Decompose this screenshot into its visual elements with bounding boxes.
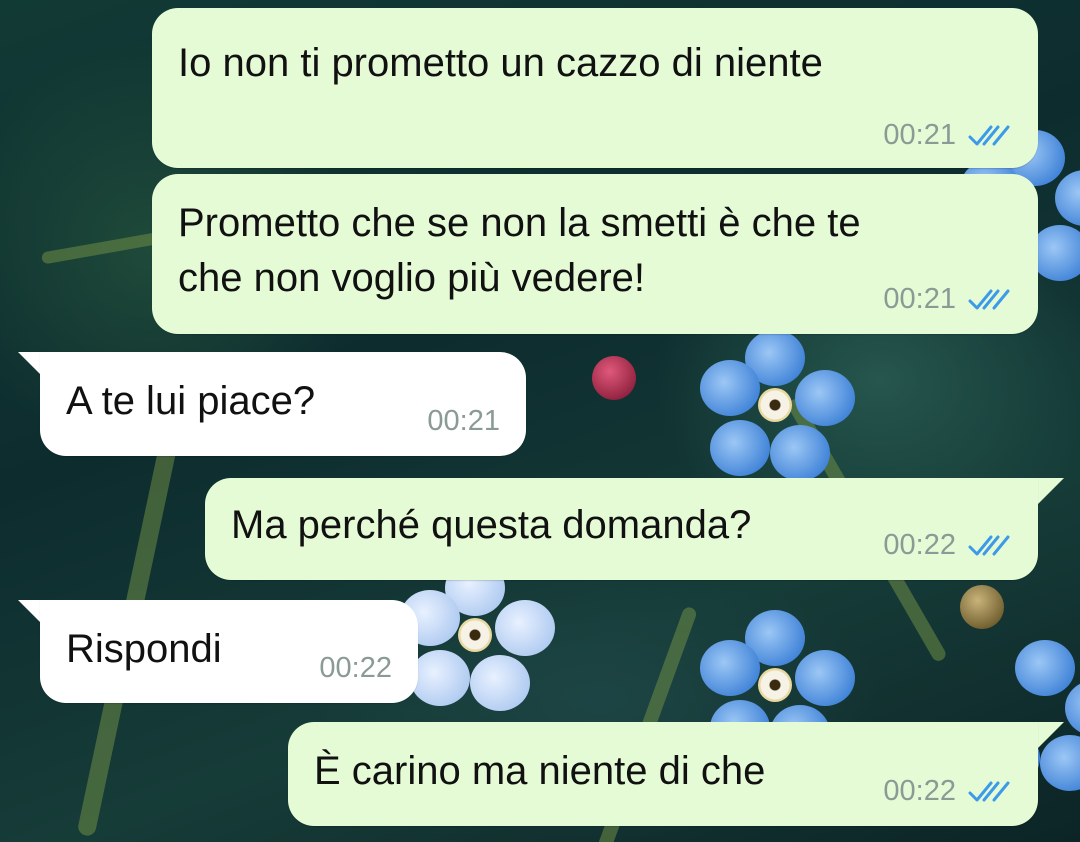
message-time: 00:22 [883,529,956,561]
message-time: 00:22 [319,652,392,684]
chat-conversation: Io non ti prometto un cazzo di niente 00… [0,0,1080,842]
message-meta: 00:22 [883,529,1012,562]
message-time: 00:22 [883,775,956,807]
outgoing-message[interactable]: Io non ti prometto un cazzo di niente 00… [152,8,1038,168]
outgoing-message[interactable]: È carino ma niente di che 00:22 [288,722,1038,826]
double-check-icon [968,289,1010,309]
message-meta: 00:22 [319,652,392,685]
message-meta: 00:22 [883,775,1012,808]
outgoing-bubble-tail [1038,722,1064,748]
message-text: È carino ma niente di che [314,749,766,793]
outgoing-message[interactable]: Ma perché questa domanda? 00:22 [205,478,1038,580]
message-text: Prometto che se non la smetti è che te c… [178,201,861,300]
message-text: Io non ti prometto un cazzo di niente [178,41,823,85]
incoming-message[interactable]: A te lui piace? 00:21 [40,352,526,456]
message-meta: 00:21 [883,119,1012,152]
incoming-message[interactable]: Rispondi 00:22 [40,600,418,703]
double-check-icon [968,781,1010,801]
message-text: Ma perché questa domanda? [231,503,752,547]
double-check-icon [968,125,1010,145]
message-meta: 00:21 [427,405,500,438]
outgoing-bubble-tail [1038,478,1064,504]
double-check-icon [968,535,1010,555]
outgoing-message[interactable]: Prometto che se non la smetti è che te c… [152,174,1038,334]
message-text: Rispondi [66,627,222,671]
message-text: A te lui piace? [66,379,316,423]
message-time: 00:21 [883,119,956,151]
message-meta: 00:21 [883,283,1012,316]
message-time: 00:21 [883,283,956,315]
message-time: 00:21 [427,405,500,437]
